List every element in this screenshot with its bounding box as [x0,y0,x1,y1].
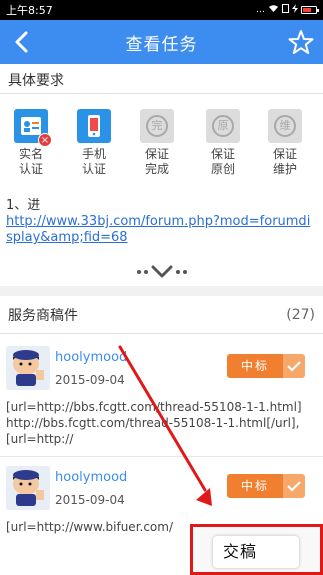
app-header: 查看任务 [0,20,323,64]
req-item-phone: 手机 认证 [71,109,117,177]
submission-date: 2015-09-04 [55,373,125,387]
signal-icon: … [256,5,265,15]
seal-maintain-icon: 维 [268,109,302,143]
req-label-line1: 手机 [81,147,106,161]
chevron-left-icon [15,31,28,53]
avatar[interactable] [6,466,50,510]
avatar[interactable] [6,346,50,390]
req-label-line2: 原创 [210,162,235,176]
req-label-line1: 保证 [144,147,169,161]
divider [0,456,323,457]
charging-icon [292,4,298,16]
submission-content: [url=http://bbs.fcgtt.com/thread-55108-1… [6,400,302,446]
award-label: 中标 [227,354,283,378]
award-button[interactable]: 中标 [227,354,305,378]
award-button[interactable]: 中标 [227,474,305,498]
requirements-title: 具体要求 [0,64,323,94]
wifi-icon [268,4,279,16]
description-prefix: 1、进 [6,198,41,213]
submission-date: 2015-09-04 [55,493,125,507]
battery-icon [301,6,319,14]
req-label-line1: 保证 [272,147,297,161]
username-link[interactable]: hoolymood [55,350,127,365]
award-label: 中标 [227,474,283,498]
unverified-badge-icon: × [38,133,52,147]
submission-item: hoolymood 2015-09-04 中标 [url=http://bbs.… [0,342,323,452]
star-outline-icon [288,30,314,54]
submissions-header: 服务商稿件 (27) [0,296,323,334]
back-button[interactable] [8,28,36,56]
submit-draft-button[interactable]: 交稿 [213,536,299,568]
req-item-real-name: × 实名 认证 [8,109,54,177]
expand-toggle[interactable] [0,262,323,282]
seal-char: 原 [212,115,234,137]
seal-complete-icon: 完 [140,109,174,143]
req-label-line2: 完成 [144,162,169,176]
requirements-card: 具体要求 × 实名 认证 手机 认证 完 保证 完成 原 保证 原创 维 保证 … [0,64,323,286]
check-icon [283,474,305,498]
status-time: 上午8:57 [6,4,53,17]
phone-icon [77,109,111,143]
username-link[interactable]: hoolymood [55,470,127,485]
req-label-line1: 保证 [210,147,235,161]
id-card-icon: × [14,109,52,147]
seal-char: 维 [274,115,296,137]
req-label-line2: 维护 [272,162,297,176]
req-item-guarantee-original: 原 保证 原创 [200,109,246,177]
req-label-line2: 认证 [18,162,43,176]
requirements-icons-row: × 实名 认证 手机 认证 完 保证 完成 原 保证 原创 维 保证 维护 [0,109,323,189]
seal-original-icon: 原 [206,109,240,143]
submissions-count: (27) [286,306,315,323]
status-icons: … [256,4,319,16]
requirement-description: 1、进 http://www.33bj.com/forum.php?mod=fo… [6,198,316,246]
seal-char: 完 [146,115,168,137]
req-item-guarantee-maintain: 维 保证 维护 [262,109,308,177]
status-bar: 上午8:57 … [0,0,323,20]
req-label-line2: 认证 [81,162,106,176]
sim-icon [282,4,289,16]
page-title: 查看任务 [125,34,198,55]
req-label-line1: 实名 [18,147,43,161]
check-icon [283,354,305,378]
submissions-title: 服务商稿件 [8,307,78,324]
submit-highlight-box: 交稿 [190,524,323,575]
req-item-guarantee-complete: 完 保证 完成 [134,109,180,177]
favorite-button[interactable] [287,28,315,56]
chevron-down-icon [151,265,172,278]
forum-link[interactable]: http://www.33bj.com/forum.php?mod=forumd… [6,214,310,245]
